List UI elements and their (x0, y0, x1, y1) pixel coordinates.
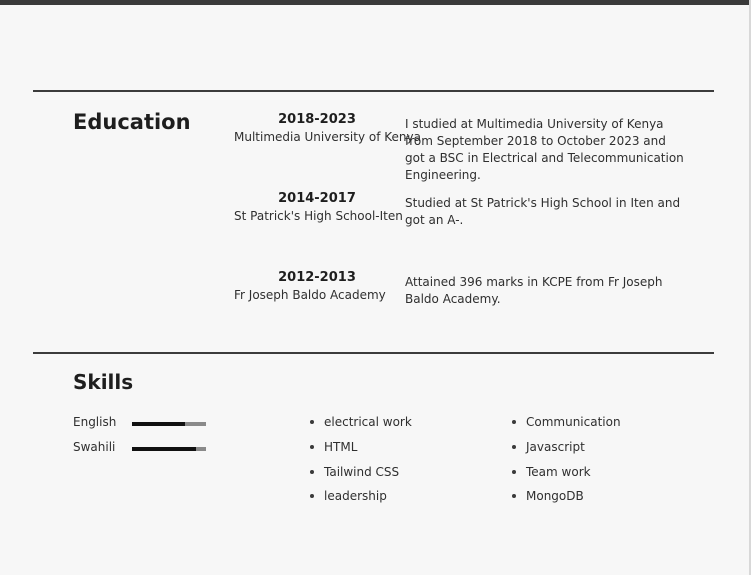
education-years: 2014-2017 (278, 191, 356, 206)
skill-label: Communication (526, 415, 621, 429)
language-row-english: English (73, 415, 213, 433)
skill-label: Tailwind CSS (324, 464, 400, 479)
skill-label: HTML (324, 439, 358, 454)
education-description: Attained 396 marks in KCPE from Fr Josep… (405, 275, 663, 306)
skill-item: MongoDB (512, 484, 642, 509)
skills-heading: Skills (73, 370, 134, 394)
bullet-icon (512, 444, 516, 449)
education-description: Studied at St Patrick's High School in I… (405, 196, 681, 227)
skill-item: Javascript (512, 435, 642, 460)
skill-item: HTML (310, 435, 420, 460)
language-name: Swahili (73, 440, 116, 454)
education-years: 2012-2013 (278, 270, 356, 285)
education-entry: 2012-2013 Fr Joseph Baldo Academy Attain… (233, 270, 693, 330)
skills-list-general: Communication Javascript Team work Mongo… (512, 410, 642, 509)
language-level-fill (132, 422, 185, 426)
education-school: Fr Joseph Baldo Academy (234, 288, 386, 302)
bullet-icon (310, 420, 314, 424)
skill-item: Communication (512, 410, 642, 435)
skill-label: electrical work (324, 415, 412, 429)
language-level-fill (132, 447, 196, 451)
skill-item: leadership (310, 484, 420, 509)
bullet-icon (512, 420, 516, 424)
skill-label: Team work (526, 464, 591, 479)
education-divider (33, 90, 714, 92)
education-description: I studied at Multimedia University of Ke… (405, 117, 684, 182)
education-school: Multimedia University of Kenya (234, 130, 421, 144)
skill-item: electrical work (310, 410, 420, 435)
language-row-swahili: Swahili (73, 440, 213, 458)
skill-label: MongoDB (526, 489, 584, 504)
language-level-bar (132, 447, 206, 451)
top-edge-bar (0, 0, 751, 5)
skill-label: Javascript (526, 439, 585, 454)
education-school: St Patrick's High School-Iten (234, 209, 403, 223)
bullet-icon (512, 469, 516, 474)
skill-label: leadership (324, 489, 387, 504)
language-name: English (73, 415, 117, 429)
education-entry: 2018-2023 Multimedia University of Kenya… (233, 112, 693, 182)
skill-item: Tailwind CSS (310, 460, 420, 485)
skills-list-technical: electrical work HTML Tailwind CSS leader… (310, 410, 420, 509)
education-entry: 2014-2017 St Patrick's High School-Iten … (233, 191, 693, 251)
skills-divider (33, 352, 714, 354)
bullet-icon (512, 494, 516, 499)
education-heading: Education (73, 110, 191, 134)
bullet-icon (310, 494, 314, 499)
bullet-icon (310, 444, 314, 449)
bullet-icon (310, 469, 314, 474)
education-years: 2018-2023 (278, 112, 356, 127)
language-level-bar (132, 422, 206, 426)
skill-item: Team work (512, 460, 642, 485)
